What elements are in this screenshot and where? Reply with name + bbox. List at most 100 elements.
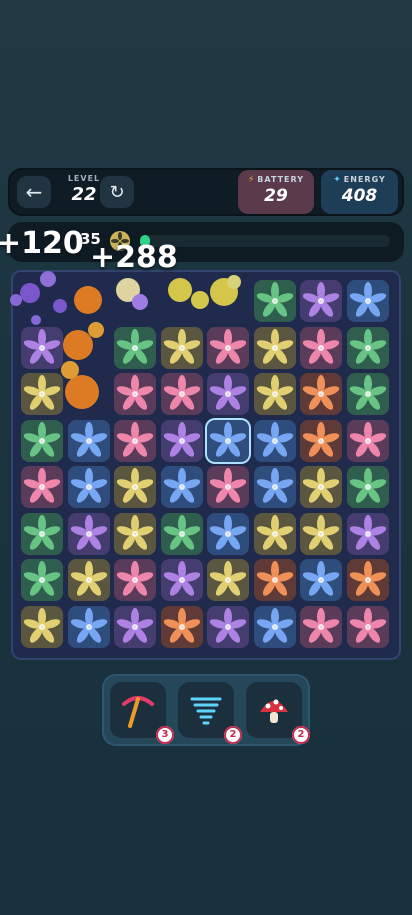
yellow-flower-tile[interactable]: [21, 605, 63, 648]
green-flower-tile[interactable]: [253, 280, 296, 322]
restart-button[interactable]: ↻: [100, 176, 134, 208]
flower-icon: [70, 561, 107, 596]
pink-flower-tile[interactable]: [346, 419, 389, 462]
flower-icon: [70, 607, 107, 643]
purple-flower-tile[interactable]: [300, 280, 342, 322]
pink-flower-tile[interactable]: [114, 373, 156, 415]
booster-count: 3: [156, 726, 174, 744]
green-flower-tile[interactable]: [160, 512, 203, 555]
pink-flower-tile[interactable]: [300, 326, 342, 369]
yellow-flower-tile[interactable]: [21, 373, 63, 415]
flower-icon: [349, 561, 386, 596]
blue-flower-tile[interactable]: [253, 466, 296, 508]
yellow-flower-tile[interactable]: [114, 512, 156, 555]
purple-flower-tile[interactable]: [67, 512, 110, 555]
yellow-flower-tile[interactable]: [253, 373, 296, 415]
green-flower-tile[interactable]: [21, 512, 63, 555]
orange-flower-tile[interactable]: [300, 419, 342, 462]
cleared-tile[interactable]: [68, 280, 110, 322]
mushroom-booster[interactable]: 2: [246, 682, 310, 744]
yellow-flower-tile[interactable]: [160, 326, 203, 369]
pink-flower-tile[interactable]: [21, 466, 63, 508]
pink-flower-tile[interactable]: [114, 419, 156, 462]
green-flower-tile[interactable]: [114, 326, 156, 369]
green-flower-tile[interactable]: [21, 419, 63, 462]
mushroom-icon: [260, 699, 288, 723]
blue-flower-tile[interactable]: [207, 512, 249, 555]
flower-icon: [209, 468, 247, 503]
flower-icon: [256, 468, 293, 503]
booster-count: 2: [224, 726, 242, 744]
flower-icon: [23, 561, 61, 596]
pickaxe-booster[interactable]: 3: [110, 682, 174, 744]
green-flower-tile[interactable]: [346, 326, 389, 369]
purple-flower-tile[interactable]: [346, 512, 389, 555]
cleared-tile[interactable]: [21, 280, 63, 322]
pink-flower-tile[interactable]: [207, 466, 249, 508]
energy-label: ENERGY: [343, 175, 386, 184]
tornado-booster[interactable]: 2: [178, 682, 242, 744]
blue-flower-tile[interactable]: [253, 419, 296, 462]
back-button[interactable]: ←: [17, 176, 51, 208]
yellow-flower-tile[interactable]: [114, 466, 156, 508]
top-hud: ← LEVEL 22 ↻ ⚡ BATTERY 29 ✦ ENERGY 408: [8, 168, 404, 216]
flower-icon: [256, 607, 293, 643]
pink-flower-tile[interactable]: [160, 373, 203, 415]
flower-icon: [163, 328, 200, 364]
yellow-flower-tile[interactable]: [207, 559, 249, 601]
yellow-flower-tile[interactable]: [67, 559, 110, 601]
orange-flower-tile[interactable]: [300, 373, 342, 415]
blue-flower-tile[interactable]: [67, 605, 110, 648]
purple-flower-tile[interactable]: [160, 559, 203, 601]
pink-flower-tile[interactable]: [346, 605, 389, 648]
flower-icon: [349, 607, 386, 643]
pink-flower-tile[interactable]: [300, 605, 342, 648]
green-flower-tile[interactable]: [346, 466, 389, 508]
yellow-flower-tile[interactable]: [253, 326, 296, 369]
orange-flower-tile[interactable]: [253, 559, 296, 601]
blue-flower-tile[interactable]: [67, 419, 110, 462]
battery-value: 29: [264, 186, 288, 206]
orange-flower-tile[interactable]: [346, 559, 389, 601]
blue-flower-tile[interactable]: [67, 466, 110, 508]
cleared-tile[interactable]: [207, 280, 249, 322]
flower-icon: [209, 561, 247, 596]
flower-icon: [23, 468, 61, 503]
flower-icon: [349, 421, 386, 457]
score-popup: +120: [0, 226, 84, 261]
flower-icon: [256, 514, 293, 550]
flower-icon: [209, 375, 247, 410]
flower-icon: [209, 328, 247, 364]
purple-flower-tile[interactable]: [207, 605, 249, 648]
cleared-tile[interactable]: [68, 373, 110, 415]
yellow-flower-tile[interactable]: [300, 512, 342, 555]
blue-flower-tile[interactable]: [300, 559, 342, 601]
pink-flower-tile[interactable]: [114, 559, 156, 601]
yellow-flower-tile[interactable]: [253, 512, 296, 555]
green-flower-tile[interactable]: [346, 373, 389, 415]
blue-flower-tile[interactable]: [253, 605, 296, 648]
orange-flower-tile[interactable]: [160, 605, 203, 648]
flower-icon: [302, 468, 340, 503]
score-popup: +288: [90, 240, 178, 275]
flower-icon: [209, 514, 247, 550]
flower-icon: [23, 328, 61, 364]
blue-flower-tile[interactable]: [207, 419, 249, 462]
cleared-tile[interactable]: [161, 280, 203, 322]
booster-count: 2: [292, 726, 310, 744]
game-board: [11, 270, 401, 660]
pink-flower-tile[interactable]: [207, 326, 249, 369]
purple-flower-tile[interactable]: [114, 605, 156, 648]
tornado-icon: [190, 697, 222, 725]
flower-icon: [349, 468, 386, 503]
green-flower-tile[interactable]: [21, 559, 63, 601]
cleared-tile[interactable]: [114, 280, 156, 322]
yellow-flower-tile[interactable]: [300, 466, 342, 508]
purple-flower-tile[interactable]: [207, 373, 249, 415]
blue-flower-tile[interactable]: [160, 466, 203, 508]
purple-flower-tile[interactable]: [21, 326, 63, 369]
cleared-tile[interactable]: [68, 327, 110, 369]
blue-flower-tile[interactable]: [346, 280, 389, 322]
purple-flower-tile[interactable]: [160, 419, 203, 462]
flower-icon: [70, 421, 107, 457]
